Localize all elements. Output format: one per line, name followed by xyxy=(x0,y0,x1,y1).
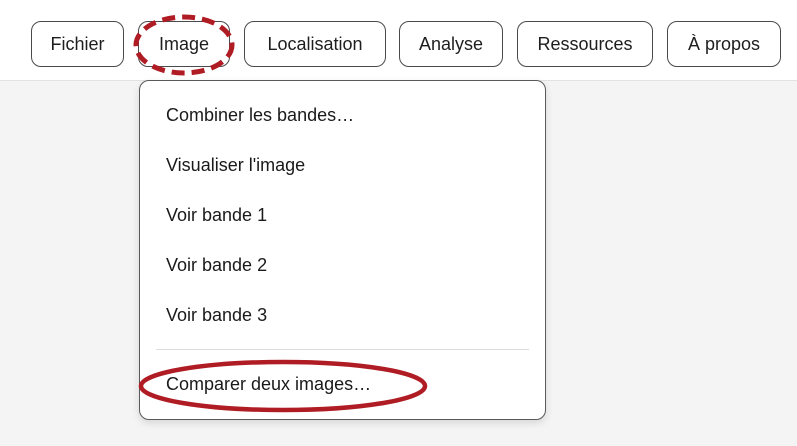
menu-ressources-button[interactable]: Ressources xyxy=(517,21,653,67)
menu-divider xyxy=(156,349,529,350)
menu-a-propos-button[interactable]: À propos xyxy=(667,21,781,67)
menu-bar: Fichier Image Localisation Analyse Resso… xyxy=(0,0,797,81)
menu-item-voir-bande-3[interactable]: Voir bande 3 xyxy=(140,292,545,338)
app-screen: Fichier Image Localisation Analyse Resso… xyxy=(0,0,797,446)
menu-image-button[interactable]: Image xyxy=(138,21,230,67)
menu-item-visualiser-image[interactable]: Visualiser l'image xyxy=(140,142,545,188)
menu-analyse-button[interactable]: Analyse xyxy=(399,21,503,67)
menu-localisation-button[interactable]: Localisation xyxy=(244,21,386,67)
image-dropdown-menu: Combiner les bandes… Visualiser l'image … xyxy=(139,80,546,420)
menu-fichier-button[interactable]: Fichier xyxy=(31,21,124,67)
menu-item-voir-bande-2[interactable]: Voir bande 2 xyxy=(140,242,545,288)
menu-item-voir-bande-1[interactable]: Voir bande 1 xyxy=(140,192,545,238)
menu-item-comparer-deux-images[interactable]: Comparer deux images… xyxy=(140,361,545,407)
menu-item-combiner-bandes[interactable]: Combiner les bandes… xyxy=(140,92,545,138)
